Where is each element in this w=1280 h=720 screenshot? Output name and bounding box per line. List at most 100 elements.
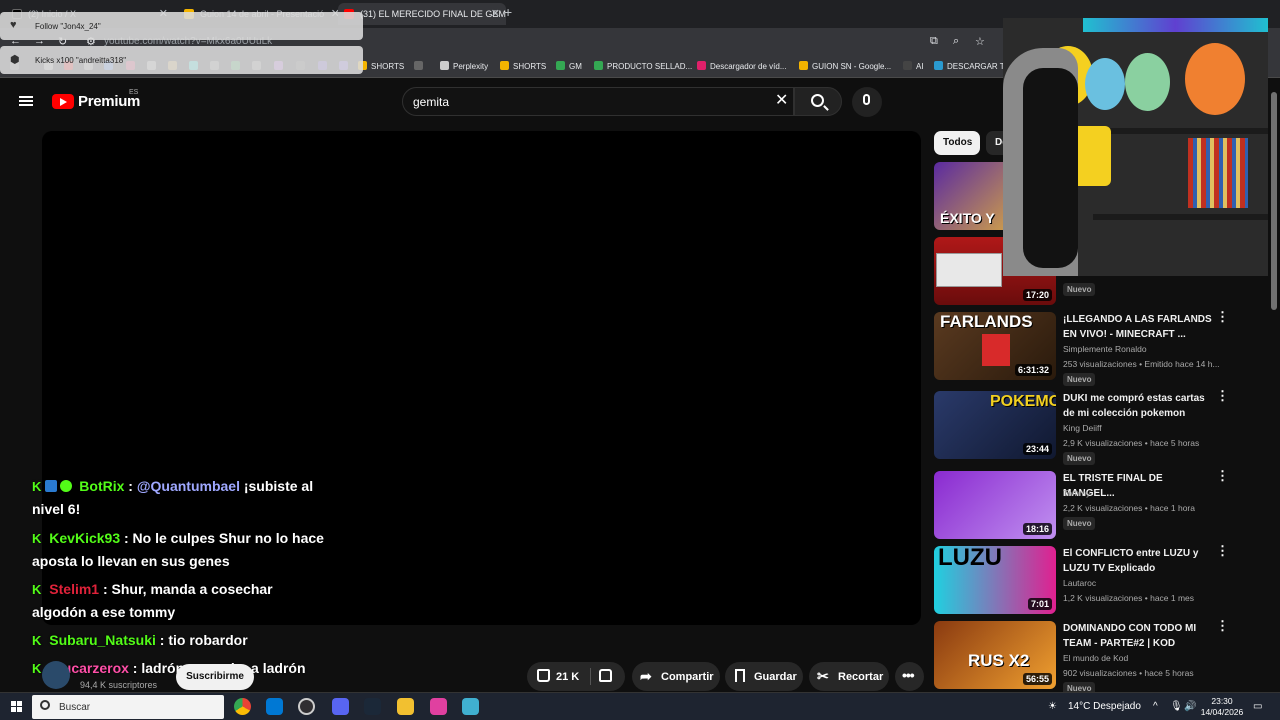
video-meta: 1,2 K visualizaciones • hace 1 mes: [1063, 593, 1195, 603]
channel-name[interactable]: Simplemente Ronaldo: [1063, 344, 1147, 354]
video-thumbnail[interactable]: RUS X2 56:55: [934, 621, 1056, 689]
bookmark-star-icon[interactable]: ☆: [975, 35, 985, 48]
shelf: [1093, 128, 1268, 134]
bookmark-gm[interactable]: GM: [556, 61, 582, 71]
more-actions-button[interactable]: •••: [895, 662, 924, 691]
bookmark-descargador[interactable]: Descargador de víd...: [697, 61, 786, 71]
channel-name[interactable]: Tommy: [1063, 488, 1090, 498]
scissors-icon: ✂: [817, 668, 829, 684]
divider: [590, 668, 591, 685]
thumbnail-text: FARLANDS: [940, 312, 1033, 331]
recommended-video[interactable]: POKEMON 23:44 DUKI me compró estas carta…: [934, 389, 1264, 465]
video-title[interactable]: El CONFLICTO entre LUZU y LUZU TV Explic…: [1063, 546, 1213, 576]
video-title[interactable]: ¡LLEGANDO A LAS FARLANDS EN VIVO! - MINE…: [1063, 312, 1213, 342]
video-thumbnail[interactable]: LUZU 7:01: [934, 546, 1056, 614]
kick-badge-icon: K: [32, 582, 42, 597]
youtube-logo-icon[interactable]: [52, 94, 74, 109]
obs-icon[interactable]: [298, 698, 315, 715]
chip-todos[interactable]: Todos: [934, 131, 980, 155]
bookmark-ai[interactable]: AI: [903, 61, 924, 71]
more-options-icon[interactable]: ⋮: [1216, 619, 1229, 632]
clip-button[interactable]: ✂ Recortar: [809, 662, 889, 691]
outlook-icon[interactable]: [266, 698, 283, 715]
video-title[interactable]: DOMINANDO CON TODO MI TEAM - PARTE#2 | K…: [1063, 621, 1213, 651]
subscriber-count: 94,4 K suscriptores: [80, 680, 158, 690]
dislike-icon[interactable]: [599, 669, 612, 682]
video-duration: 23:44: [1022, 443, 1052, 455]
taskbar-search-placeholder: Buscar: [59, 702, 91, 713]
channel-name[interactable]: King Deiiff: [1063, 423, 1102, 433]
recommended-video[interactable]: FARLANDS 6:31:32 ¡LLEGANDO A LAS FARLAND…: [934, 310, 1264, 386]
recommended-video[interactable]: LUZU 7:01 El CONFLICTO entre LUZU y LUZU…: [934, 544, 1264, 620]
app-icon[interactable]: [430, 698, 447, 715]
search-input[interactable]: [413, 93, 753, 111]
new-badge: Nuevo: [1063, 517, 1096, 530]
bookmark-icon: [697, 61, 706, 70]
channel-avatar[interactable]: [42, 661, 70, 689]
new-tab-icon[interactable]: +: [504, 4, 512, 20]
volume-icon[interactable]: 🔊: [1184, 701, 1196, 712]
bookmark-guion[interactable]: GUION SN - Google...: [799, 61, 891, 71]
save-icon: [735, 669, 745, 682]
bookmark-icon: [934, 61, 943, 70]
clock-date: 14/04/2026: [1200, 707, 1244, 717]
bookmark-shorts-2[interactable]: SHORTS: [500, 61, 546, 71]
share-button[interactable]: ➦ Compartir: [632, 662, 720, 691]
bookmark-shorts[interactable]: SHORTS: [358, 61, 404, 71]
zoom-icon[interactable]: ⌕: [953, 35, 959, 48]
tab-youtube[interactable]: (31) EL MERECIDO FINAL DE GEM ✕: [338, 3, 506, 25]
bookmark-descargar-tv[interactable]: DESCARGAR TV: [934, 61, 1010, 71]
more-options-icon[interactable]: ⋮: [1216, 310, 1229, 323]
notifications-icon[interactable]: ▭: [1253, 701, 1262, 712]
bookmark-producto[interactable]: PRODUCTO SELLAD...: [594, 61, 692, 71]
clear-search-icon[interactable]: ✕: [775, 90, 788, 110]
windows-start-icon[interactable]: [11, 701, 22, 712]
video-thumbnail[interactable]: POKEMON 23:44: [934, 391, 1056, 459]
steam-icon[interactable]: [364, 698, 381, 715]
chrome-icon[interactable]: [234, 698, 251, 715]
microphone-tray-icon[interactable]: 🎙: [1170, 701, 1183, 712]
video-thumbnail[interactable]: 18:16: [934, 471, 1056, 539]
search-icon: [811, 94, 824, 107]
weather-text[interactable]: 14°C Despejado: [1068, 701, 1141, 712]
close-tab-icon[interactable]: ✕: [491, 7, 500, 20]
video-meta: 902 visualizaciones • hace 5 horas: [1063, 668, 1194, 678]
page-scrollbar[interactable]: [1268, 78, 1280, 692]
search-button[interactable]: [794, 87, 842, 116]
thumbnail-inset-image: [936, 253, 1002, 287]
video-duration: 56:55: [1022, 673, 1052, 685]
recommended-video[interactable]: RUS X2 56:55 DOMINANDO CON TODO MI TEAM …: [934, 619, 1264, 695]
search-icon: [40, 700, 50, 710]
app-icon[interactable]: [462, 698, 479, 715]
video-title[interactable]: DUKI me compró estas cartas de mi colecc…: [1063, 391, 1213, 421]
weather-icon[interactable]: ☀: [1048, 701, 1057, 712]
clock[interactable]: 23:30 14/04/2026: [1200, 696, 1244, 718]
install-app-icon[interactable]: ⧉: [930, 35, 938, 48]
chat-text: tio robardor: [164, 632, 248, 648]
show-hidden-icons[interactable]: ^: [1153, 701, 1158, 712]
subscribe-button[interactable]: Suscribirme: [176, 664, 254, 690]
chat-username: BotRix: [79, 478, 125, 494]
save-button[interactable]: Guardar: [725, 662, 803, 691]
menu-icon[interactable]: [19, 96, 33, 106]
bookmark-folder[interactable]: [414, 61, 427, 71]
kick-badge-icon: K: [32, 531, 42, 546]
bookmark-icon: [903, 61, 912, 70]
like-icon[interactable]: [537, 669, 550, 682]
channel-name[interactable]: El mundo de Kod: [1063, 653, 1128, 663]
more-options-icon[interactable]: ⋮: [1216, 389, 1229, 402]
bookmark-perplexity[interactable]: Perplexity: [440, 61, 488, 71]
file-explorer-icon[interactable]: [397, 698, 414, 715]
alert-text: Kicks x100 "andreitta318": [35, 56, 127, 65]
video-thumbnail[interactable]: FARLANDS 6:31:32: [934, 312, 1056, 380]
discord-icon[interactable]: [332, 698, 349, 715]
chat-username: Stelim1: [49, 581, 100, 597]
scrollbar-thumb[interactable]: [1271, 92, 1277, 310]
voice-search-button[interactable]: [852, 87, 882, 117]
recommended-video[interactable]: 18:16 EL TRISTE FINAL DE MANGEL... Tommy…: [934, 469, 1264, 545]
taskbar-search[interactable]: Buscar: [32, 695, 224, 719]
more-options-icon[interactable]: ⋮: [1216, 469, 1229, 482]
channel-name[interactable]: Lautaroc: [1063, 578, 1096, 588]
more-options-icon[interactable]: ⋮: [1216, 544, 1229, 557]
like-count[interactable]: 21 K: [556, 671, 579, 683]
